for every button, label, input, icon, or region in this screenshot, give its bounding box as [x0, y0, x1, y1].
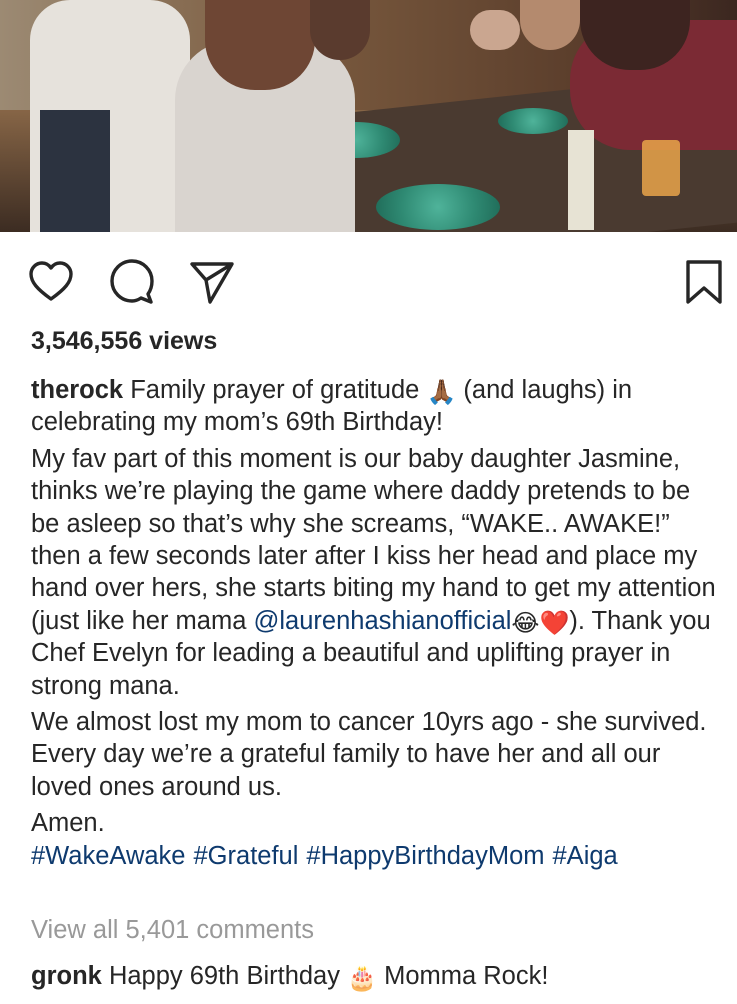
- laughing-heart-emoji: 😂❤️: [511, 609, 570, 637]
- post-action-bar: [0, 252, 737, 312]
- comment-text: Happy 69th Birthday: [108, 962, 340, 990]
- caption-paragraph: Amen.: [31, 809, 105, 838]
- paper-plane-icon[interactable]: [188, 258, 236, 306]
- hashtag-link[interactable]: #Aiga: [553, 842, 618, 870]
- top-comment: gronk Happy 69th Birthday 🎂 Momma Rock!: [31, 962, 548, 991]
- hashtag-link[interactable]: #HappyBirthdayMom: [306, 842, 544, 870]
- hashtag-link[interactable]: #Grateful: [194, 842, 299, 870]
- post-caption: therock Family prayer of gratitude 🙏🏾 (a…: [31, 374, 721, 872]
- bookmark-icon[interactable]: [680, 258, 728, 306]
- photo-person: [40, 110, 110, 232]
- mention-link[interactable]: @laurenhashianofficial: [254, 607, 512, 635]
- birthday-cake-emoji: 🎂: [347, 965, 377, 992]
- post-photo[interactable]: [0, 0, 737, 232]
- praying-hands-emoji: 🙏🏾: [426, 379, 457, 406]
- hashtag-link[interactable]: #WakeAwake: [31, 842, 186, 870]
- view-count[interactable]: 3,546,556 views: [31, 327, 217, 356]
- heart-icon[interactable]: [27, 258, 75, 306]
- caption-username[interactable]: therock: [31, 376, 123, 404]
- view-all-comments-link[interactable]: View all 5,401 comments: [31, 916, 314, 945]
- caption-text: Family prayer of gratitude: [130, 376, 420, 404]
- comment-text: Momma Rock!: [384, 962, 549, 990]
- photo-person: [310, 0, 370, 60]
- photo-person: [205, 0, 315, 90]
- photo-plate: [498, 108, 568, 134]
- photo-plate: [376, 184, 500, 230]
- caption-paragraph: We almost lost my mom to cancer 10yrs ag…: [31, 708, 707, 801]
- photo-person: [470, 10, 520, 50]
- comment-bubble-icon[interactable]: [108, 258, 156, 306]
- comment-username[interactable]: gronk: [31, 962, 102, 990]
- hashtag-list: #WakeAwake #Grateful #HappyBirthdayMom #Aig…: [31, 840, 721, 872]
- photo-glass: [642, 140, 680, 196]
- photo-bottle: [568, 130, 594, 230]
